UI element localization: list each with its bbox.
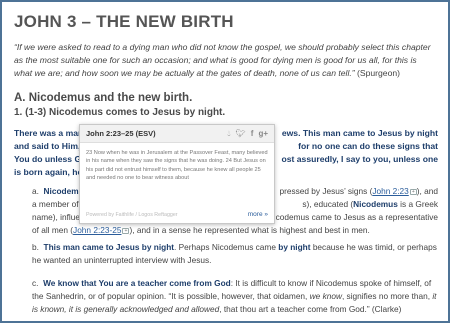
share-icons: 💧︎ 🐦︎ f g+	[227, 129, 268, 138]
para-a-lead: Nicodemu	[43, 186, 84, 196]
scripture-line2-lead: and said to Him,	[14, 141, 81, 151]
para-b-text1: . Perhaps Nicodemus came	[174, 242, 279, 252]
scripture-ref-link[interactable]: John 2:23-25	[73, 225, 121, 235]
para-a-text3-tail: codemus came to Jesus as a representativ…	[275, 212, 438, 222]
facebook-icon[interactable]: f	[251, 129, 254, 138]
tooltip-verse-text: 23 Now when he was in Jerusalem at the P…	[86, 150, 268, 182]
scripture-line4: is born again, he	[14, 167, 83, 177]
para-a-text2-tail: s), educated (	[302, 199, 354, 209]
scripture-line1-lead: There was a man	[14, 128, 84, 138]
para-b-bold1: This man came to Jesus by night	[43, 242, 175, 252]
para-a-text2-end: is a Greek	[397, 199, 438, 209]
scripture-ref-link[interactable]: John 2:23	[372, 186, 408, 196]
reftagger-tooltip: John 2:23–25 (ESV) 💧︎ 🐦︎ f g+ 23 Now whe…	[79, 124, 275, 224]
section-heading-a: A. Nicodemus and the new birth.	[14, 92, 193, 104]
more-link[interactable]: more »	[248, 211, 268, 218]
google-plus-icon[interactable]: g+	[258, 129, 268, 138]
scripture-line3-lead: You do unless G	[14, 154, 82, 164]
para-c-text3: , that thou art a teacher come from God.…	[219, 304, 402, 314]
para-a-text3-lead: name), influe	[32, 212, 80, 222]
tooltip-title: John 2:23–25 (ESV)	[86, 129, 156, 138]
para-b-bold2: by night	[278, 242, 311, 252]
tooltip-footer: Powered by Faithlife / Logos Reftagger m…	[86, 211, 268, 218]
reftag-icon[interactable]: +	[409, 188, 417, 195]
para-b-marker: b.	[32, 242, 39, 252]
twitter-icon[interactable]: 🐦︎	[236, 129, 246, 138]
scripture-line1-tail: ews. This man came to Jesus by night	[281, 128, 438, 138]
scripture-line2-tail: for no one can do these signs that	[298, 141, 438, 151]
para-a-marker: a.	[32, 186, 39, 196]
para-a-text4-lead: of all men (	[32, 225, 74, 235]
para-c-text2: , signifies no more than,	[341, 291, 433, 301]
page-title: JOHN 3 – THE NEW BIRTH	[14, 12, 234, 31]
para-a-bold2: Nicodemus	[353, 199, 398, 209]
para-a-text1-end: ), and	[416, 186, 438, 196]
para-c-bold1: We know that You are a teacher come from…	[43, 278, 231, 288]
paragraph-c: c. We know that You are a teacher come f…	[32, 277, 438, 316]
powered-by-link[interactable]: Powered by Faithlife / Logos Reftagger	[86, 212, 178, 218]
para-a-text4-end: ), and in a sense he represented what is…	[129, 225, 370, 235]
intro-quote: “If we were asked to read to a dying man…	[14, 41, 436, 80]
article-frame: JOHN 3 – THE NEW BIRTH “If we were asked…	[2, 2, 448, 321]
para-a-text2-lead: a member of	[32, 199, 79, 209]
scripture-line3-tail: ost assuredly, I say to you, unless one	[281, 154, 439, 164]
tooltip-header: John 2:23–25 (ESV) 💧︎ 🐦︎ f g+	[80, 125, 274, 143]
quote-source: (Spurgeon)	[357, 68, 401, 78]
section-heading-1: 1. (1-3) Nicodemus comes to Jesus by nig…	[14, 107, 226, 118]
para-c-marker: c.	[32, 278, 39, 288]
drop-icon[interactable]: 💧︎	[227, 129, 230, 138]
paragraph-b: b. This man came to Jesus by night. Perh…	[32, 241, 438, 267]
para-c-italic1: we know	[309, 291, 342, 301]
para-a-text1: pressed by Jesus’ signs (	[279, 186, 373, 196]
